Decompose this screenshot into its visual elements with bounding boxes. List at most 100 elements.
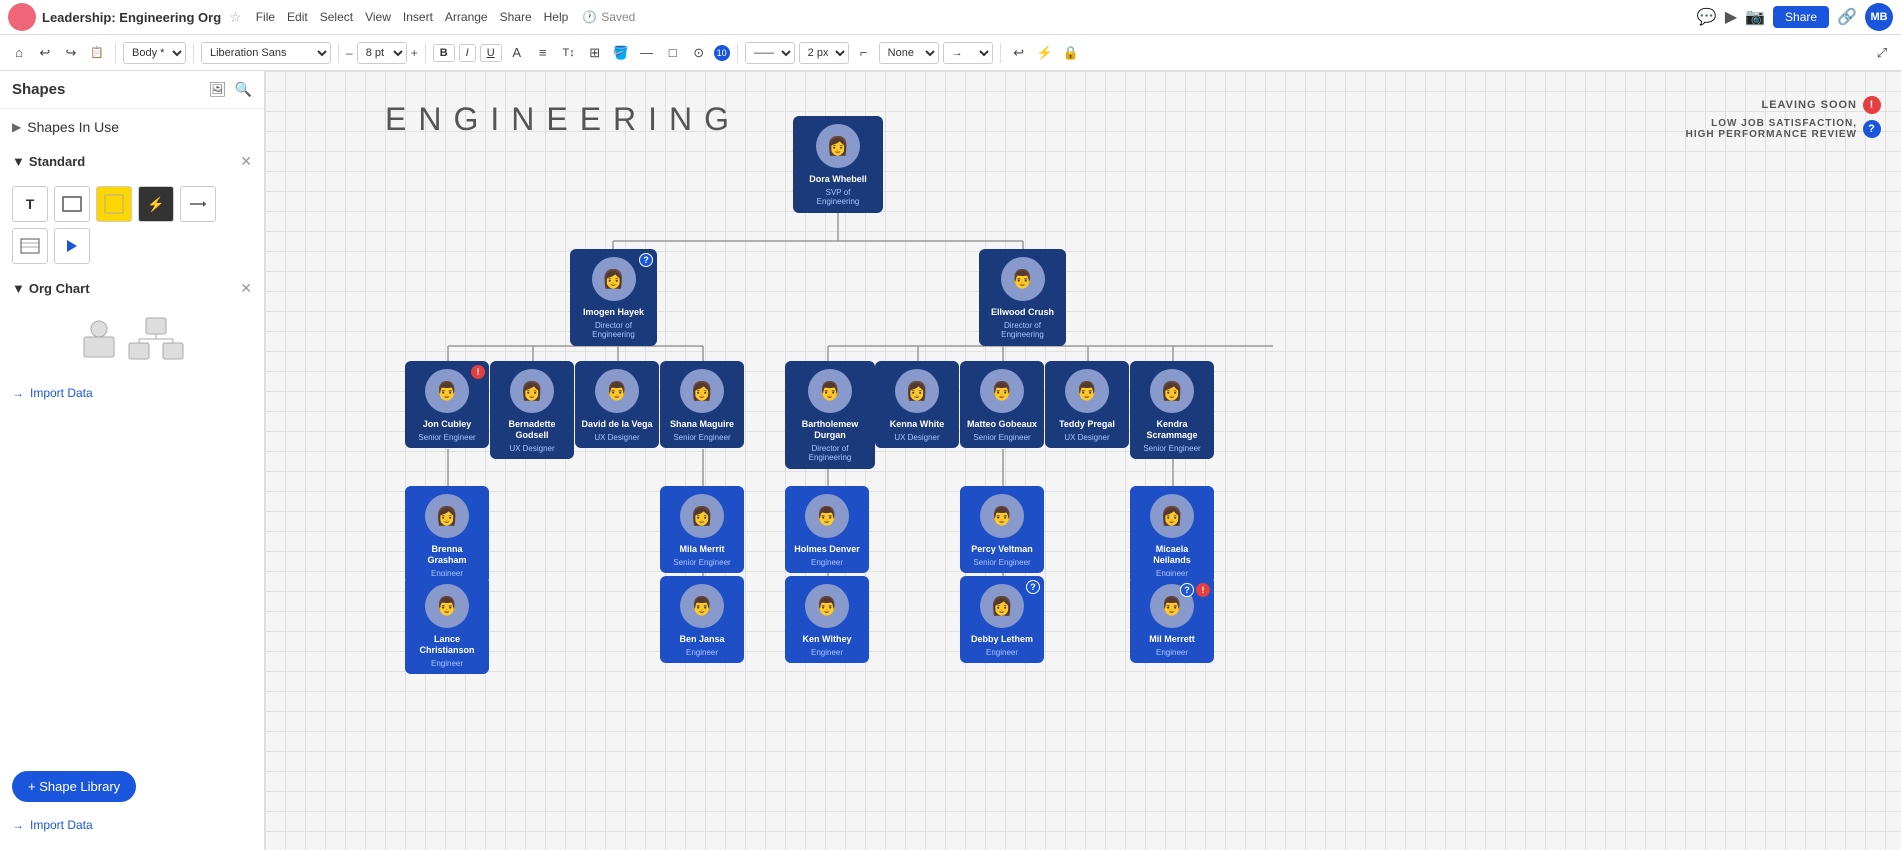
underline-button[interactable]: U (480, 44, 502, 62)
menu-insert[interactable]: Insert (403, 10, 433, 24)
undo-back-icon[interactable]: ⌂ (8, 42, 30, 64)
waypoint-select[interactable]: None (879, 42, 939, 64)
shadow-icon[interactable]: □ (662, 42, 684, 64)
node-role-ken: Engineer (811, 648, 843, 658)
node-name-debby: Debby Lethem (971, 634, 1033, 645)
share-button[interactable]: Share (1773, 6, 1829, 28)
line-width-select[interactable]: 2 px (799, 42, 849, 64)
arrow-shape[interactable] (180, 186, 216, 222)
org-node-debby[interactable]: ? 👩 Debby Lethem Engineer (960, 576, 1044, 663)
corner-icon[interactable]: ⌐ (853, 42, 875, 64)
align-icon[interactable]: ≡ (532, 42, 554, 64)
table-icon[interactable]: ⊞ (584, 42, 606, 64)
bold-button[interactable]: B (433, 44, 455, 62)
org-node-holmes[interactable]: 👨 Holmes Denver Engineer (785, 486, 869, 573)
org-node-ben[interactable]: 👨 Ben Jansa Engineer (660, 576, 744, 663)
lightning-shape[interactable]: ⚡ (138, 186, 174, 222)
star-icon[interactable]: ☆ (229, 9, 242, 26)
org-node-dora[interactable]: 👩 Dora Whebell SVP ofEngineering (793, 116, 883, 213)
user-avatar[interactable]: MB (1865, 3, 1893, 31)
org-tree-shape[interactable] (128, 317, 184, 366)
org-node-bernadette[interactable]: 👩 Bernadette Godsell UX Designer (490, 361, 574, 459)
rect-shape[interactable] (54, 186, 90, 222)
org-node-david[interactable]: 👨 David de la Vega UX Designer (575, 361, 659, 448)
import-data-button[interactable]: → Import Data (0, 378, 264, 408)
org-node-mila[interactable]: 👩 Mila Merrit Senior Engineer (660, 486, 744, 573)
arrow-select[interactable]: → (943, 42, 993, 64)
node-name-holmes: Holmes Denver (794, 544, 860, 555)
collaboration-icon[interactable]: 💬 (1697, 7, 1717, 27)
import-bottom-icon: → (12, 818, 24, 832)
main-layout: Shapes 🖼 🔍 ▶ Shapes In Use ▼ Standard ✕ … (0, 71, 1901, 850)
undo-icon[interactable]: ↩ (34, 42, 56, 64)
info-badge: ? (1863, 120, 1881, 138)
list-shape[interactable] (12, 228, 48, 264)
org-single-shape[interactable] (80, 317, 118, 366)
present-icon[interactable]: ▶ (1725, 7, 1737, 27)
import-data-bottom-button[interactable]: → Import Data (0, 810, 264, 840)
line-style-select[interactable]: —— (745, 42, 795, 64)
node-role-mila: Senior Engineer (673, 558, 730, 568)
lock-icon[interactable]: 🔒 (1060, 42, 1082, 64)
standard-close-icon[interactable]: ✕ (240, 153, 252, 170)
org-node-micaela[interactable]: 👩 Micaela Neilands Engineer (1130, 486, 1214, 584)
font-size-increase[interactable]: + (411, 46, 418, 60)
org-node-imogen[interactable]: ? 👩 Imogen Hayek Director ofEngineering (570, 249, 657, 346)
node-name-brenna: Brenna Grasham (411, 544, 483, 566)
org-collapse-arrow-icon[interactable]: ▼ (12, 281, 25, 296)
org-chart-shapes (0, 305, 264, 378)
org-node-kenna[interactable]: 👩 Kenna White UX Designer (875, 361, 959, 448)
lightning-icon[interactable]: ⚡ (1034, 42, 1056, 64)
org-node-bartholemew[interactable]: 👨 Bartholemew Durgan Director ofEngineer… (785, 361, 875, 469)
app-logo[interactable] (8, 3, 36, 31)
org-node-brenna[interactable]: 👩 Brenna Grasham Engineer (405, 486, 489, 584)
menu-share[interactable]: Share (500, 10, 532, 24)
font-select[interactable]: Liberation Sans (201, 42, 331, 64)
canvas[interactable]: ENGINEERING LEAVING SOON ! LOW JOB SATIS… (265, 71, 1901, 850)
text-size-icon[interactable]: T↕ (558, 42, 580, 64)
text-shape[interactable]: T (12, 186, 48, 222)
menu-file[interactable]: File (256, 10, 275, 24)
org-node-teddy[interactable]: 👨 Teddy Pregal UX Designer (1045, 361, 1129, 448)
image-icon[interactable]: 🖼 (209, 81, 227, 98)
menu-arrange[interactable]: Arrange (445, 10, 488, 24)
shapes-in-use-section[interactable]: ▶ Shapes In Use (0, 109, 264, 145)
redo-icon[interactable]: ↪ (60, 42, 82, 64)
org-node-jon[interactable]: ! 👨 Jon Cubley Senior Engineer (405, 361, 489, 448)
org-node-lance[interactable]: 👨 Lance Christianson Engineer (405, 576, 489, 674)
avatar-bartholemew: 👨 (808, 369, 852, 413)
org-node-ellwood[interactable]: 👨 Ellwood Crush Director ofEngineering (979, 249, 1066, 346)
copy-style-icon[interactable]: 📋 (86, 42, 108, 64)
shape-library-button[interactable]: + Shape Library (12, 771, 136, 802)
standard-label: ▼ Standard (12, 154, 85, 169)
collapse-arrow-icon[interactable]: ▼ (12, 154, 25, 169)
org-node-mil[interactable]: ? ! 👨 Mil Merrett Engineer (1130, 576, 1214, 663)
note-shape[interactable] (96, 186, 132, 222)
menu-view[interactable]: View (365, 10, 391, 24)
search-icon[interactable]: 🔍 (235, 81, 252, 98)
org-node-percy[interactable]: 👨 Percy Veltman Senior Engineer (960, 486, 1044, 573)
menu-edit[interactable]: Edit (287, 10, 308, 24)
undo2-icon[interactable]: ↩ (1008, 42, 1030, 64)
play-shape[interactable] (54, 228, 90, 264)
font-size-decrease[interactable]: – (346, 46, 353, 60)
org-node-ken[interactable]: 👨 Ken Withey Engineer (785, 576, 869, 663)
org-node-matteo[interactable]: 👨 Matteo Gobeaux Senior Engineer (960, 361, 1044, 448)
font-size-select[interactable]: 8 pt (357, 42, 407, 64)
more-icon[interactable]: ⊙ (688, 42, 710, 64)
font-color-icon[interactable]: A (506, 42, 528, 64)
video-icon[interactable]: 📷 (1745, 7, 1765, 27)
avatar-imogen: 👩 (592, 257, 636, 301)
org-chart-close-icon[interactable]: ✕ (240, 280, 252, 297)
menu-select[interactable]: Select (320, 10, 353, 24)
menu-help[interactable]: Help (544, 10, 569, 24)
line-color-icon[interactable]: — (636, 42, 658, 64)
node-name-ellwood: Ellwood Crush (991, 307, 1054, 318)
org-node-kendra[interactable]: 👩 Kendra Scrammage Senior Engineer (1130, 361, 1214, 459)
fill-icon[interactable]: 🪣 (610, 42, 632, 64)
link-icon[interactable]: 🔗 (1837, 7, 1857, 27)
italic-button[interactable]: I (459, 44, 476, 62)
org-node-shana[interactable]: 👩 Shana Maguire Senior Engineer (660, 361, 744, 448)
style-select[interactable]: Body * (123, 42, 186, 64)
full-screen-icon[interactable]: ⤢ (1871, 42, 1893, 64)
